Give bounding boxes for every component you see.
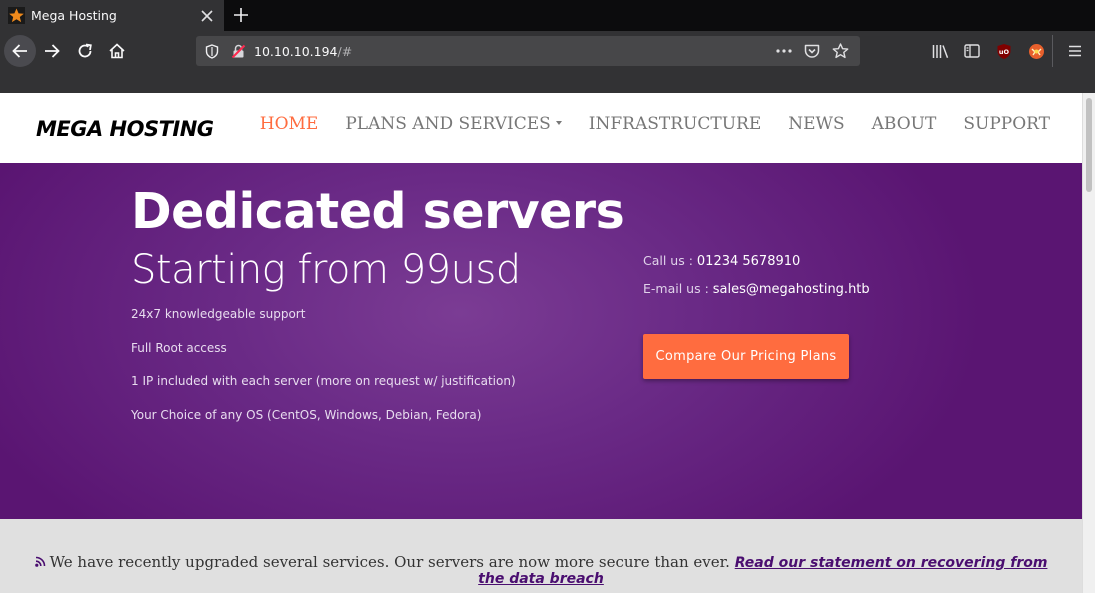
nav-plans-label: PLANS AND SERVICES [345,114,551,134]
contact-info: Call us : 01234 5678910 E-mail us : sale… [643,253,870,309]
sidebar-icon[interactable] [956,38,988,64]
hero-subtitle: Starting from 99usd [131,247,521,293]
page-viewport: MEGA HOSTING HOME PLANS AND SERVICES INF… [0,93,1082,593]
home-button[interactable] [105,39,129,63]
ublock-icon[interactable]: uO [988,38,1020,64]
hamburger-menu-icon[interactable] [1062,38,1088,64]
back-button[interactable] [4,35,36,67]
home-icon [109,43,125,59]
compare-pricing-button[interactable]: Compare Our Pricing Plans [643,334,849,379]
notice-message: We have recently upgraded several servic… [49,553,735,571]
hero-banner: Dedicated servers Starting from 99usd 24… [0,163,1082,519]
reload-icon [78,43,92,58]
nav-support[interactable]: SUPPORT [963,114,1050,134]
scroll-thumb[interactable] [1086,98,1092,192]
feature-item: Full Root access [131,340,227,355]
nav-home[interactable]: HOME [260,114,319,134]
url-text[interactable]: 10.10.10.194/# [254,44,352,59]
site-header: MEGA HOSTING HOME PLANS AND SERVICES INF… [0,93,1082,163]
url-host: 10.10.10.194 [254,43,338,59]
security-notice: We have recently upgraded several servic… [0,519,1082,593]
feature-item: 1 IP included with each server (more on … [131,374,516,389]
notice-text: We have recently upgraded several servic… [0,555,1082,587]
url-path: /# [337,43,353,59]
email-value: sales@megahosting.htb [712,282,870,297]
contact-phone: Call us : 01234 5678910 [643,253,870,281]
url-bar[interactable]: 10.10.10.194/# [196,36,860,66]
page-scrollbar[interactable] [1082,93,1095,593]
forward-button[interactable] [40,39,64,63]
url-actions [770,39,854,63]
toolbar-extensions: uO [924,38,1052,64]
svg-text:uO: uO [999,48,1010,56]
toolbar-separator [1052,35,1053,67]
plus-icon[interactable] [230,4,252,26]
site-logo[interactable]: MEGA HOSTING [36,117,214,141]
email-label: E-mail us : [643,281,713,296]
feature-list: 24x7 knowledgeable support Full Root acc… [131,307,516,442]
caret-down-icon [555,120,562,125]
feature-item: Your Choice of any OS (CentOS, Windows, … [131,408,482,423]
contact-email: E-mail us : sales@megahosting.htb [643,281,870,309]
pocket-icon[interactable] [798,39,826,63]
arrow-left-icon [12,44,27,58]
insecure-lock-icon[interactable] [230,43,246,59]
nav-about[interactable]: ABOUT [872,114,937,134]
browser-tab[interactable]: Mega Hosting [0,0,224,31]
nav-news[interactable]: NEWS [788,114,844,134]
library-icon[interactable] [924,38,956,64]
arrow-right-icon [45,44,60,58]
nav-infrastructure[interactable]: INFRASTRUCTURE [589,114,761,134]
bookmark-star-icon[interactable] [826,39,854,63]
close-icon[interactable] [196,5,218,27]
rss-icon [34,555,46,570]
extension-fox-icon[interactable] [1020,38,1052,64]
star-favicon-icon [8,7,25,24]
feature-item: 24x7 knowledgeable support [131,307,306,321]
tab-strip: Mega Hosting [0,0,1095,31]
navigation-toolbar: 10.10.10.194/# uO [0,31,1095,93]
phone-value: 01234 5678910 [696,254,801,269]
hero-title: Dedicated servers [131,183,625,240]
tab-title: Mega Hosting [31,8,117,23]
site-nav: HOME PLANS AND SERVICES INFRASTRUCTURE N… [233,114,1050,134]
phone-label: Call us : [643,253,697,268]
nav-plans-and-services[interactable]: PLANS AND SERVICES [345,114,562,134]
shield-icon[interactable] [204,43,220,59]
more-actions-icon[interactable] [770,39,798,63]
reload-button[interactable] [73,39,97,63]
